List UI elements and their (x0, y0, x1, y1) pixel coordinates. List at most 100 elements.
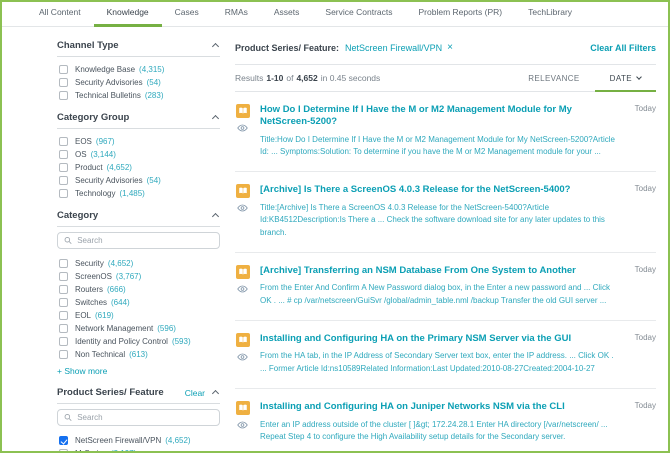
checkbox-checked[interactable] (59, 436, 68, 445)
show-more-link[interactable]: + Show more (57, 366, 220, 376)
clear-all-filters-link[interactable]: Clear All Filters (590, 43, 656, 53)
preview-eye-icon[interactable] (237, 353, 248, 361)
checkbox[interactable] (59, 259, 68, 268)
checkbox[interactable] (59, 324, 68, 333)
filter-option-os[interactable]: OS (3,144) (57, 149, 220, 160)
results-main: Product Series/ Feature: NetScreen Firew… (235, 37, 657, 451)
tab-cases[interactable]: Cases (162, 2, 212, 27)
filter-option-identity-policy-control[interactable]: Identity and Policy Control (593) (57, 336, 220, 347)
tab-all-content[interactable]: All Content (26, 2, 94, 27)
product-series-search (57, 409, 220, 426)
filter-option-screenos[interactable]: ScreenOS (3,767) (57, 271, 220, 282)
checkbox[interactable] (59, 311, 68, 320)
filter-section-product-series-header[interactable]: Product Series/ Feature Clear (57, 384, 220, 404)
search-icon (64, 414, 72, 421)
product-series-search-input[interactable] (77, 413, 213, 422)
checkbox[interactable] (59, 163, 68, 172)
option-label: Security Advisories (75, 78, 143, 87)
tab-knowledge[interactable]: Knowledge (93, 2, 162, 27)
filter-option-knowledge-base[interactable]: Knowledge Base (4,315) (57, 64, 220, 75)
checkbox[interactable] (59, 337, 68, 346)
checkbox[interactable] (59, 285, 68, 294)
kb-search-page: All Content Knowledge Cases RMAs Assets … (0, 0, 670, 453)
preview-eye-icon[interactable] (237, 204, 248, 212)
filter-option-security-advisories-group[interactable]: Security Advisories (54) (57, 175, 220, 186)
tab-assets[interactable]: Assets (261, 2, 313, 27)
checkbox[interactable] (59, 176, 68, 185)
filter-option-product[interactable]: Product (4,652) (57, 162, 220, 173)
checkbox[interactable] (59, 78, 68, 87)
checkbox[interactable] (59, 150, 68, 159)
sort-relevance-label: RELEVANCE (528, 73, 580, 83)
option-count: (4,652) (107, 259, 134, 268)
category-options: Security (4,652) ScreenOS (3,767) Router… (57, 251, 220, 360)
result-body: [Archive] Transferring an NSM Database F… (260, 265, 656, 307)
checkbox[interactable] (59, 350, 68, 359)
content-area: Channel Type Knowledge Base (4,315) Secu… (2, 27, 668, 451)
result-body: How Do I Determine If I Have the M or M2… (260, 104, 656, 158)
result-title-link[interactable]: Installing and Configuring HA on the Pri… (260, 333, 635, 345)
option-count: (613) (129, 350, 148, 359)
filter-option-network-management[interactable]: Network Management (596) (57, 323, 220, 334)
result-title-link[interactable]: Installing and Configuring HA on Juniper… (260, 401, 635, 413)
chevron-up-icon (211, 212, 220, 221)
filter-section-category-group-header[interactable]: Category Group (57, 109, 220, 129)
top-tab-bar: All Content Knowledge Cases RMAs Assets … (2, 2, 668, 27)
checkbox[interactable] (59, 91, 68, 100)
search-result: Installing and Configuring HA on Juniper… (235, 389, 656, 451)
result-date: Today (634, 184, 656, 194)
result-date: Today (634, 104, 656, 113)
clear-section-link[interactable]: Clear (185, 388, 205, 398)
option-label: Non Technical (75, 350, 126, 359)
option-label: ScreenOS (75, 272, 112, 281)
sort-relevance-tab[interactable]: RELEVANCE (513, 65, 594, 91)
tab-problem-reports[interactable]: Problem Reports (PR) (406, 2, 516, 27)
option-label: EOS (75, 137, 92, 146)
filter-option-security[interactable]: Security (4,652) (57, 258, 220, 269)
option-label: M-Series (75, 449, 107, 451)
category-search-input[interactable] (77, 236, 213, 245)
checkbox[interactable] (59, 137, 68, 146)
preview-eye-icon[interactable] (237, 421, 248, 429)
checkbox[interactable] (59, 65, 68, 74)
filter-option-technical-bulletins[interactable]: Technical Bulletins (283) (57, 90, 220, 101)
search-result: How Do I Determine If I Have the M or M2… (235, 92, 656, 173)
tab-techlibrary[interactable]: TechLibrary (515, 2, 585, 27)
result-icons (235, 184, 250, 239)
tab-rmas[interactable]: RMAs (212, 2, 261, 27)
checkbox[interactable] (59, 189, 68, 198)
checkbox[interactable] (59, 298, 68, 307)
filter-option-switches[interactable]: Switches (644) (57, 297, 220, 308)
results-time: in 0.45 seconds (320, 73, 381, 83)
filter-section-category-header[interactable]: Category (57, 207, 220, 227)
option-count: (3,144) (90, 150, 116, 159)
result-body: Installing and Configuring HA on Juniper… (260, 401, 656, 443)
tab-service-contracts[interactable]: Service Contracts (312, 2, 405, 27)
preview-eye-icon[interactable] (237, 285, 248, 293)
checkbox[interactable] (59, 449, 68, 451)
sort-date-tab[interactable]: DATE (594, 65, 657, 92)
preview-eye-icon[interactable] (237, 124, 248, 132)
checkbox[interactable] (59, 272, 68, 281)
option-label: Network Management (75, 324, 154, 333)
filter-option-eol[interactable]: EOL (619) (57, 310, 220, 321)
filter-option-eos[interactable]: EOS (967) (57, 136, 220, 147)
chevron-down-icon (636, 74, 642, 80)
option-label: Technology (75, 189, 116, 198)
filter-option-non-technical[interactable]: Non Technical (613) (57, 349, 220, 360)
filter-section-channel-type-header[interactable]: Channel Type (57, 37, 220, 57)
filter-option-security-advisories[interactable]: Security Advisories (54) (57, 77, 220, 88)
result-title-link[interactable]: [Archive] Transferring an NSM Database F… (260, 265, 635, 277)
result-title-link[interactable]: How Do I Determine If I Have the M or M2… (260, 104, 635, 129)
chip-close-icon[interactable]: × (447, 43, 453, 53)
filter-option-m-series[interactable]: M-Series (3,197) (57, 448, 220, 451)
results-total: 4,652 (296, 73, 318, 83)
results-prefix: Results (235, 73, 264, 83)
option-count: (666) (107, 285, 126, 294)
filter-option-routers[interactable]: Routers (666) (57, 284, 220, 295)
filter-option-netscreen-firewall-vpn[interactable]: NetScreen Firewall/VPN (4,652) (57, 435, 220, 446)
result-icons (235, 401, 250, 443)
filter-option-technology[interactable]: Technology (1,485) (57, 188, 220, 199)
result-title-link[interactable]: [Archive] Is There a ScreenOS 4.0.3 Rele… (260, 184, 635, 196)
option-count: (644) (111, 298, 130, 307)
